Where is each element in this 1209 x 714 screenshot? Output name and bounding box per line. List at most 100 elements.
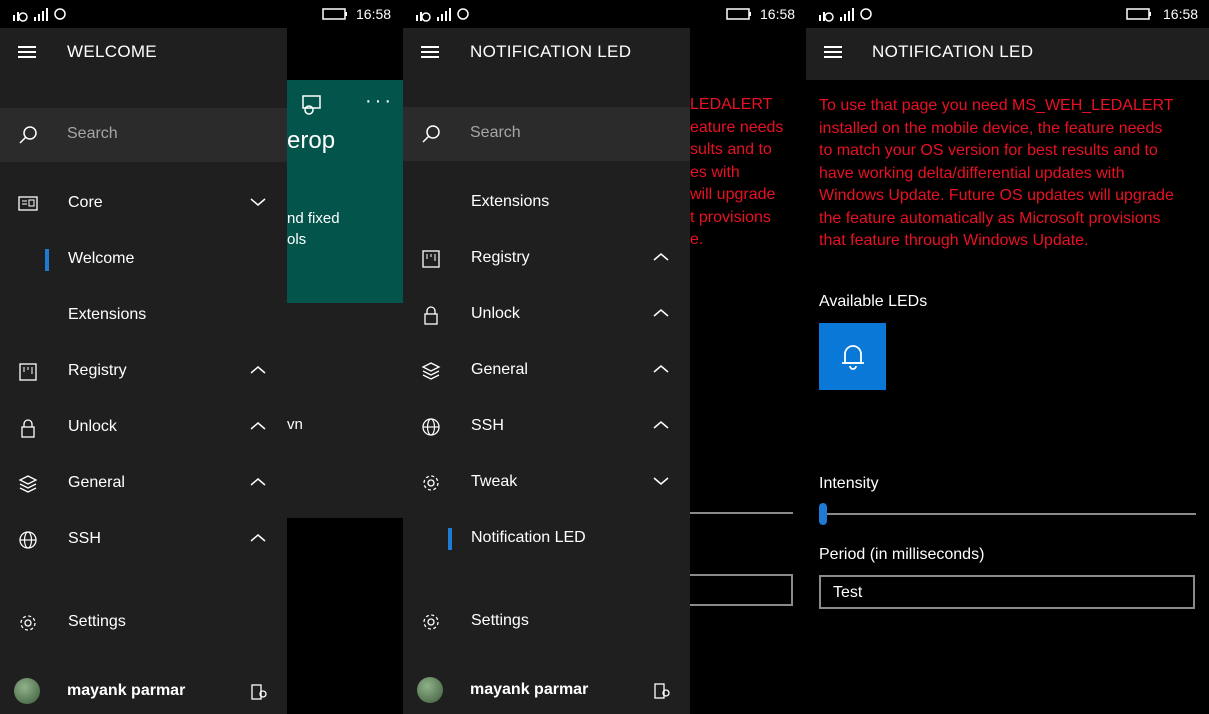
phone-screen-menu: 16:58 LEDALERT eature needs sults and to e… bbox=[403, 0, 806, 714]
nav-label: Registry bbox=[68, 362, 127, 379]
settings-label: Settings bbox=[471, 612, 529, 629]
more-icon[interactable]: ··· bbox=[365, 90, 394, 113]
tile-title: erop bbox=[287, 127, 336, 154]
selection-indicator bbox=[448, 528, 452, 550]
nav-item-welcome[interactable]: Welcome bbox=[0, 232, 287, 288]
avatar[interactable] bbox=[14, 678, 40, 704]
nav-item-extensions[interactable]: Extensions bbox=[403, 175, 690, 231]
page-title: WELCOME bbox=[67, 42, 157, 61]
gear-icon bbox=[423, 475, 439, 491]
chevron-up-icon[interactable] bbox=[653, 308, 669, 318]
registry-icon bbox=[19, 363, 37, 381]
nav-item-general[interactable]: General bbox=[0, 456, 287, 512]
battery-icon bbox=[1126, 8, 1151, 20]
nav-item-registry[interactable]: Registry bbox=[403, 231, 690, 287]
avatar[interactable] bbox=[417, 677, 443, 703]
welcome-tile[interactable]: ··· erop nd fixed ols bbox=[287, 80, 403, 303]
chevron-up-icon[interactable] bbox=[250, 365, 266, 375]
search-box[interactable]: Search bbox=[403, 107, 690, 161]
dashboard-icon bbox=[18, 196, 38, 211]
chevron-up-icon[interactable] bbox=[653, 364, 669, 374]
status-bar: 16:58 bbox=[806, 0, 1209, 28]
nav-label: Unlock bbox=[68, 418, 117, 435]
gear-icon bbox=[423, 614, 439, 630]
search-placeholder: Search bbox=[470, 124, 521, 141]
clock: 16:58 bbox=[1163, 6, 1199, 22]
hamburger-icon[interactable] bbox=[824, 46, 842, 60]
background-slider bbox=[690, 512, 793, 514]
background-textbox bbox=[690, 574, 793, 606]
intensity-label: Intensity bbox=[819, 475, 879, 492]
settings-label: Settings bbox=[68, 613, 126, 630]
navigation-pane: WELCOME Search Core Welcome Extensions R… bbox=[0, 28, 287, 714]
user-switch-icon[interactable] bbox=[653, 682, 671, 700]
user-name: mayank parmar bbox=[67, 682, 186, 699]
chevron-down-icon[interactable] bbox=[653, 476, 669, 486]
clock: 16:58 bbox=[356, 6, 392, 22]
nav-item-unlock[interactable]: Unlock bbox=[403, 287, 690, 343]
stack-icon bbox=[18, 475, 38, 493]
nav-label: SSH bbox=[68, 530, 101, 547]
phone-screen-welcome: 16:58 ··· erop nd fixed ols vn WELCOME Se… bbox=[0, 0, 403, 714]
app-header: NOTIFICATION LED bbox=[806, 28, 1209, 80]
navigation-pane: NOTIFICATION LED Search Extensions Regis… bbox=[403, 28, 690, 714]
status-bar: 16:58 bbox=[403, 0, 806, 28]
period-input[interactable]: Test bbox=[819, 575, 1195, 609]
tile-text: nd fixed ols bbox=[287, 210, 340, 248]
available-leds-label: Available LEDs bbox=[819, 293, 928, 310]
chevron-up-icon[interactable] bbox=[250, 421, 266, 431]
chevron-up-icon[interactable] bbox=[250, 533, 266, 543]
nav-label: Core bbox=[68, 194, 103, 211]
background-card: vn bbox=[287, 303, 403, 518]
signal-icon bbox=[416, 8, 469, 22]
battery-icon bbox=[322, 8, 347, 20]
nav-item-general[interactable]: General bbox=[403, 343, 690, 399]
feedback-icon[interactable] bbox=[300, 93, 324, 117]
search-icon bbox=[19, 126, 37, 144]
nav-label: SSH bbox=[471, 417, 504, 434]
search-icon bbox=[422, 125, 440, 143]
chevron-up-icon[interactable] bbox=[653, 252, 669, 262]
background-message: LEDALERT eature needs sults and to es with… bbox=[690, 96, 784, 248]
user-switch-icon[interactable] bbox=[250, 683, 268, 701]
page-title: NOTIFICATION LED bbox=[470, 42, 632, 61]
battery-icon bbox=[726, 8, 751, 20]
period-input-value: Test bbox=[833, 584, 863, 601]
nav-label: Registry bbox=[471, 249, 530, 266]
chevron-down-icon[interactable] bbox=[250, 197, 266, 207]
nav-label: General bbox=[471, 361, 528, 378]
globe-icon bbox=[19, 531, 37, 549]
requirement-message: To use that page you need MS_WEH_LEDALER… bbox=[819, 97, 1174, 249]
hamburger-icon[interactable] bbox=[18, 46, 36, 60]
nav-item-registry[interactable]: Registry bbox=[0, 344, 287, 400]
stack-icon bbox=[421, 362, 441, 380]
user-name: mayank parmar bbox=[470, 681, 589, 698]
nav-item-ssh[interactable]: SSH bbox=[403, 399, 690, 455]
period-label: Period (in milliseconds) bbox=[819, 546, 985, 563]
led-button[interactable] bbox=[819, 323, 886, 390]
nav-item-core[interactable]: Core bbox=[0, 176, 287, 232]
chevron-up-icon[interactable] bbox=[653, 420, 669, 430]
clock: 16:58 bbox=[760, 6, 796, 22]
gear-icon bbox=[20, 615, 36, 631]
search-placeholder: Search bbox=[67, 125, 118, 142]
intensity-slider-thumb[interactable] bbox=[819, 503, 827, 525]
selection-indicator bbox=[45, 249, 49, 271]
settings-item[interactable]: Settings bbox=[0, 595, 287, 651]
nav-item-tweak[interactable]: Tweak bbox=[403, 455, 690, 511]
settings-item[interactable]: Settings bbox=[403, 594, 690, 650]
nav-label: Welcome bbox=[68, 250, 135, 267]
status-bar: 16:58 bbox=[0, 0, 403, 28]
chevron-up-icon[interactable] bbox=[250, 477, 266, 487]
nav-item-ssh[interactable]: SSH bbox=[0, 512, 287, 568]
nav-item-notification-led[interactable]: Notification LED bbox=[403, 511, 690, 567]
nav-item-unlock[interactable]: Unlock bbox=[0, 400, 287, 456]
hamburger-icon[interactable] bbox=[421, 46, 439, 60]
search-box[interactable]: Search bbox=[0, 108, 287, 162]
phone-screen-notification-led: 16:58 NOTIFICATION LED To use that page … bbox=[806, 0, 1209, 714]
intensity-slider-track[interactable] bbox=[819, 513, 1196, 515]
nav-label: Extensions bbox=[68, 306, 147, 323]
nav-label: Tweak bbox=[471, 473, 518, 490]
nav-label: Extensions bbox=[471, 193, 550, 210]
nav-item-extensions[interactable]: Extensions bbox=[0, 288, 287, 344]
